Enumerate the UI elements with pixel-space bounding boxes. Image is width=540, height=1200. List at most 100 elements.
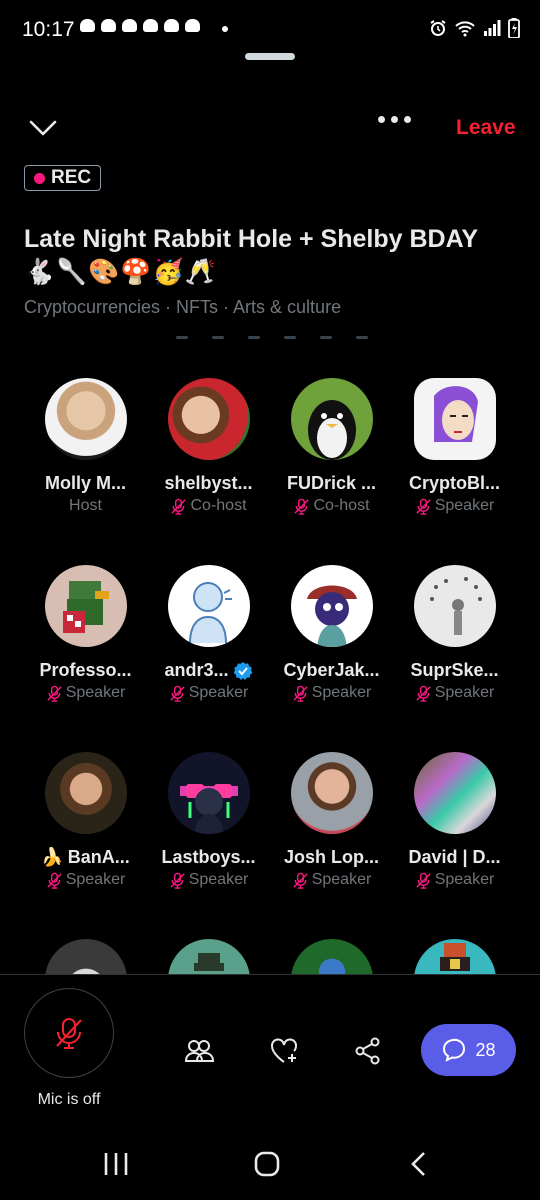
participant[interactable]: andr3... Speaker [147,565,270,702]
participant-role: Speaker [24,871,147,889]
mic-off-icon [47,872,62,889]
comments-count: 28 [475,1039,496,1060]
participant[interactable]: CyberJak... Speaker [270,565,393,702]
participant[interactable]: Lastboys... Speaker [147,752,270,889]
space-title-emojis: 🐇🥄🎨🍄🥳🥂 [24,258,217,286]
mic-off-icon [171,498,187,515]
participants-icon[interactable] [184,1036,214,1066]
avatar [44,565,127,647]
status-time: 10:17 [22,18,75,41]
participant-name: Professo... [39,660,132,680]
back-icon[interactable] [406,1150,430,1178]
avatar [167,565,250,647]
participant-name: SuprSke... [410,660,499,680]
avatar [413,378,496,460]
participant-name: Molly M... [45,473,126,493]
participant-role: Speaker [393,497,516,515]
app-notification-icon [122,19,137,32]
recent-apps-icon[interactable] [103,1150,129,1178]
recording-badge: REC [24,165,102,191]
avatar [413,939,496,974]
avatar [44,378,127,460]
sheet-drag-handle[interactable] [245,53,295,60]
mic-off-icon [170,685,185,702]
app-notification-icon [80,19,95,32]
participant[interactable]: Professo... Speaker [24,565,147,702]
system-navigation-bar [0,1140,540,1200]
participant-role: Speaker [393,871,516,889]
participant-role: Speaker [270,871,393,889]
avatar [413,565,496,647]
participant[interactable]: shelbyst... Co-host [147,378,270,515]
space-title: Late Night Rabbit Hole + Shelby BDAY [24,225,479,253]
mic-off-icon [416,498,431,515]
mic-off-icon [416,872,431,889]
participant-role: Host [69,497,102,514]
avatar [290,752,373,834]
participant-role: Co-host [147,497,270,515]
participant-name: Josh Lop... [283,847,379,867]
avatar [44,939,127,974]
participant-role: Speaker [24,684,147,702]
mic-off-icon [294,498,310,515]
notification-icons [80,19,200,32]
alarm-icon [430,20,446,36]
avatar [167,752,250,834]
more-options-icon[interactable] [378,116,411,123]
participant-role: Co-host [270,497,393,515]
battery-icon [508,18,520,38]
page-indicator [176,336,368,339]
participant[interactable]: CryptoBl... Speaker [393,378,516,515]
react-heart-icon[interactable] [269,1036,299,1066]
participant-name: CryptoBl... [408,473,500,493]
participant-name: 🍌 BanA... [41,847,130,867]
avatar [290,565,373,647]
participant[interactable] [270,939,393,974]
status-bar: 10:17 [0,0,540,60]
participant-role: Speaker [147,684,270,702]
participant-name: CyberJak... [283,660,380,680]
participants-grid: Molly M... Host shelbyst... Co-host FUDr… [24,378,516,974]
app-notification-icon [164,19,179,32]
mic-toggle-button[interactable] [24,988,114,1078]
participant[interactable] [147,939,270,974]
participant[interactable]: SuprSke... Speaker [393,565,516,702]
mic-off-icon [293,685,308,702]
avatar [167,378,250,460]
participant-name: shelbyst... [164,473,253,493]
participant[interactable]: Molly M... Host [24,378,147,515]
participant[interactable] [393,939,516,974]
system-icons [429,18,520,38]
mic-off-icon [416,685,431,702]
collapse-chevron-down-icon[interactable] [28,117,58,139]
bottom-divider [0,974,540,975]
mic-off-icon [56,1018,82,1049]
participant[interactable]: David | D... Speaker [393,752,516,889]
participant[interactable] [24,939,147,974]
app-notification-icon [143,19,158,32]
more-notifications-dot [222,26,228,32]
home-icon[interactable] [253,1150,281,1178]
signal-icon [484,20,501,36]
recording-label: REC [51,167,92,188]
verified-badge-icon [233,661,252,680]
wifi-icon [455,21,475,37]
comments-button[interactable]: 28 [421,1024,516,1076]
recording-dot-icon [34,172,45,184]
avatar [290,378,373,460]
app-notification-icon [185,19,200,32]
mic-off-icon [170,872,185,889]
avatar [44,752,127,834]
participant[interactable]: 🍌 BanA... Speaker [24,752,147,889]
share-icon[interactable] [353,1036,383,1066]
participant[interactable]: Josh Lop... Speaker [270,752,393,889]
chat-bubble-icon [443,1038,466,1062]
app-notification-icon [101,19,116,32]
participant-role: Speaker [147,871,270,889]
leave-button[interactable]: Leave [456,116,516,140]
participant-name: David | D... [408,847,501,867]
avatar [290,939,373,974]
participant-role: Speaker [270,684,393,702]
participant[interactable]: FUDrick ... Co-host [270,378,393,515]
participant-name: andr3... [147,660,270,681]
